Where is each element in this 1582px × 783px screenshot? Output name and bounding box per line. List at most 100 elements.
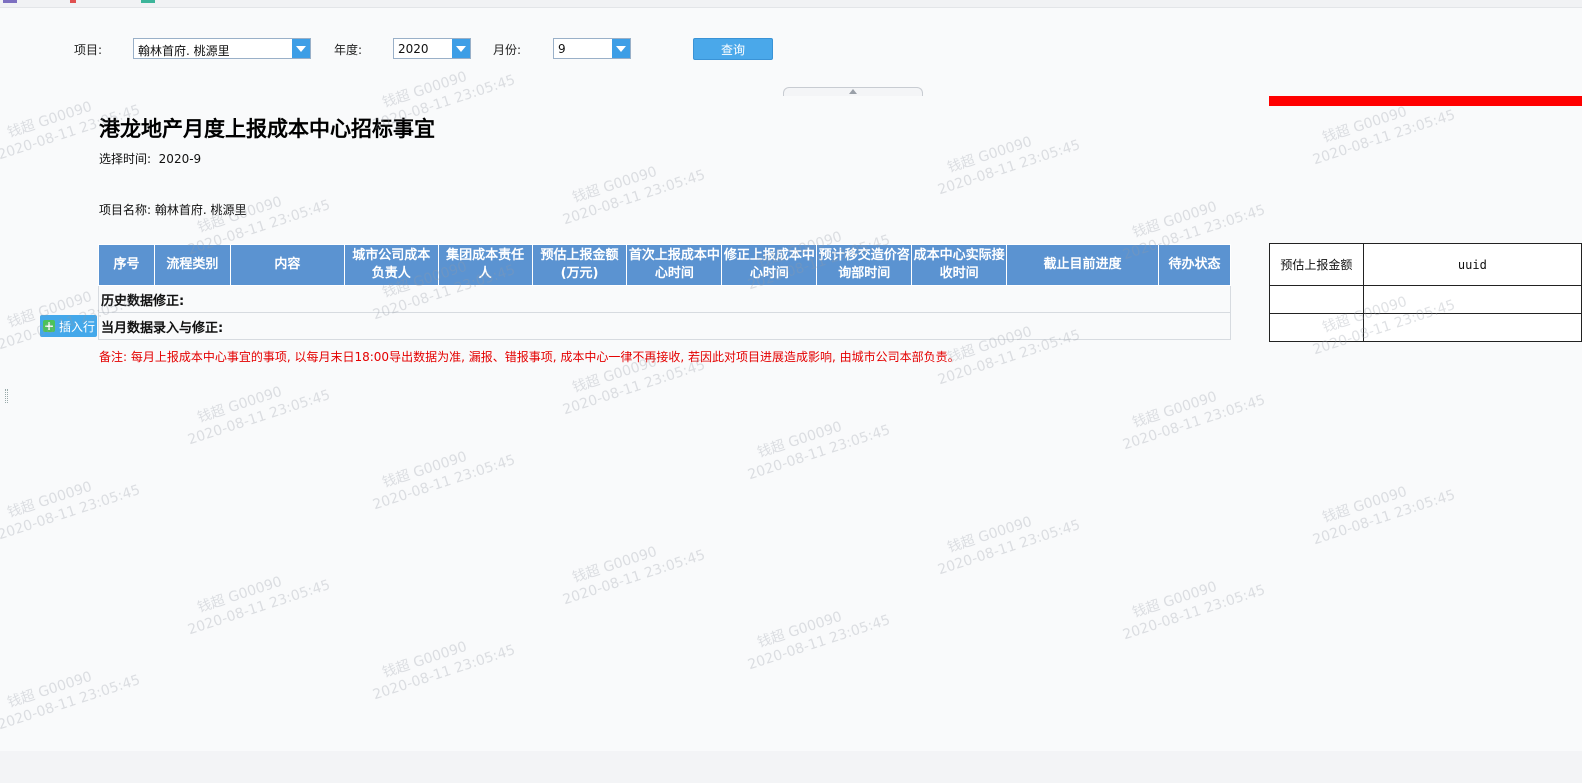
table-row (1269, 313, 1582, 342)
watermark-time: 2020-08-11 23:05:45 (560, 357, 708, 419)
month-select[interactable]: 9 (553, 38, 631, 59)
watermark-time: 2020-08-11 23:05:45 (745, 422, 893, 484)
watermark-time: 2020-08-11 23:05:45 (1310, 487, 1458, 549)
watermark-time: 2020-08-11 23:05:45 (935, 137, 1083, 199)
watermark-time: 2020-08-11 23:05:45 (370, 452, 518, 514)
filter-bar: 项目: 翰林首府. 桃源里 年度: 2020 月份: 9 查询 (0, 37, 1582, 61)
watermark-tile: 钱超 G00090 2020-08-11 23:05:45 (180, 559, 333, 639)
watermark-name: 钱超 G00090 (195, 383, 285, 427)
project-label: 项目: (74, 43, 103, 57)
toolbar-icon[interactable] (141, 0, 155, 3)
column-header: 待办状态 (1157, 244, 1232, 286)
chevron-down-icon[interactable] (612, 39, 630, 58)
watermark-name: 钱超 G00090 (5, 668, 95, 712)
year-label: 年度: (334, 43, 363, 57)
column-header: 预计移交造价咨询部时间 (816, 244, 913, 286)
table-row: 历史数据修正: (98, 285, 1231, 313)
query-button[interactable]: 查询 (693, 38, 773, 60)
watermark-time: 2020-08-11 23:05:45 (0, 482, 143, 544)
watermark-tile: 钱超 G00090 2020-08-11 23:05:45 (740, 594, 893, 674)
watermark-time: 2020-08-11 23:05:45 (745, 612, 893, 674)
watermark-time: 2020-08-11 23:05:45 (185, 387, 333, 449)
watermark-name: 钱超 G00090 (755, 608, 845, 652)
plus-icon: + (43, 319, 55, 333)
watermark-tile: 钱超 G00090 2020-08-11 23:05:45 (0, 464, 143, 544)
watermark-tile: 钱超 G00090 2020-08-11 23:05:45 (1305, 469, 1458, 549)
section-history-fix: 历史数据修正: (98, 285, 1231, 313)
watermark-name: 钱超 G00090 (5, 478, 95, 522)
table-row (1269, 285, 1582, 314)
column-header: 成本中心实际接收时间 (911, 244, 1008, 286)
watermark-name: 钱超 G00090 (195, 573, 285, 617)
alert-bar (1269, 96, 1582, 106)
column-header: 修正上报成本中心时间 (721, 244, 818, 286)
side-cell[interactable] (1269, 285, 1364, 314)
watermark-time: 2020-08-11 23:05:45 (1310, 107, 1458, 169)
watermark-time: 2020-08-11 23:05:45 (1120, 392, 1268, 454)
collapse-panel-toggle[interactable] (783, 87, 923, 96)
watermark-name: 钱超 G00090 (380, 638, 470, 682)
toolbar-icon[interactable] (70, 0, 76, 3)
side-cell[interactable] (1362, 313, 1582, 342)
column-header: 首次上报成本中心时间 (626, 244, 723, 286)
column-header: 截止目前进度 (1006, 244, 1159, 286)
watermark-time: 2020-08-11 23:05:45 (185, 577, 333, 639)
watermark-name: 钱超 G00090 (945, 513, 1035, 557)
watermark-tile: 钱超 G00090 2020-08-11 23:05:45 (365, 434, 518, 514)
side-header-uuid: uuid (1362, 243, 1582, 286)
remark-note: 备注: 每月上报成本中心事宜的事项, 以每月末日18:00导出数据为准, 漏报、… (99, 350, 960, 364)
watermark-name: 钱超 G00090 (570, 163, 660, 207)
watermark-name: 钱超 G00090 (1130, 198, 1220, 242)
chevron-down-icon[interactable] (452, 39, 470, 58)
watermark-name: 钱超 G00090 (1130, 388, 1220, 432)
side-table: 预估上报金额 uuid (1269, 243, 1582, 342)
watermark-tile: 钱超 G00090 2020-08-11 23:05:45 (0, 654, 143, 734)
watermark-name: 钱超 G00090 (380, 448, 470, 492)
top-toolbar-strip (0, 0, 1582, 8)
month-select-value: 9 (558, 42, 566, 56)
page-title: 港龙地产月度上报成本中心招标事宜 (99, 117, 435, 141)
watermark-name: 钱超 G00090 (1320, 483, 1410, 527)
year-select-value: 2020 (398, 42, 429, 56)
column-header: 城市公司成本负责人 (343, 244, 439, 286)
insert-row-button[interactable]: + 插入行 (40, 315, 97, 337)
side-cell[interactable] (1362, 285, 1582, 314)
watermark-time: 2020-08-11 23:05:45 (935, 517, 1083, 579)
watermark-time: 2020-08-11 23:05:45 (560, 167, 708, 229)
bottom-strip (0, 751, 1582, 783)
watermark-tile: 钱超 G00090 2020-08-11 23:05:45 (555, 149, 708, 229)
side-header-amount: 预估上报金额 (1269, 243, 1364, 286)
watermark-name: 钱超 G00090 (570, 543, 660, 587)
watermark-time: 2020-08-11 23:05:45 (560, 547, 708, 609)
column-header: 序号 (98, 244, 155, 286)
table-row: 当月数据录入与修正: (98, 312, 1231, 340)
watermark-name: 钱超 G00090 (755, 418, 845, 462)
side-cell[interactable] (1269, 313, 1364, 342)
section-current-month: 当月数据录入与修正: (98, 312, 1231, 340)
watermark-time: 2020-08-11 23:05:45 (0, 672, 143, 734)
watermark-tile: 钱超 G00090 2020-08-11 23:05:45 (1115, 564, 1268, 644)
chevron-down-icon[interactable] (292, 39, 310, 58)
watermark-name: 钱超 G00090 (945, 133, 1035, 177)
watermark-time: 2020-08-11 23:05:45 (370, 642, 518, 704)
watermark-tile: 钱超 G00090 2020-08-11 23:05:45 (365, 624, 518, 704)
column-header: 流程类别 (153, 244, 231, 286)
column-header: 内容 (229, 244, 345, 286)
project-select[interactable]: 翰林首府. 桃源里 (133, 38, 311, 59)
table-header-row: 序号 流程类别 内容 城市公司成本负责人 集团成本责任人 预估上报金额(万元) … (98, 244, 1232, 286)
watermark-tile: 钱超 G00090 2020-08-11 23:05:45 (1115, 374, 1268, 454)
month-label: 月份: (493, 43, 522, 57)
toolbar-icon[interactable] (3, 0, 17, 3)
select-time-text: 选择时间: 2020-9 (99, 152, 202, 166)
project-select-value: 翰林首府. 桃源里 (138, 44, 230, 58)
watermark-name: 钱超 G00090 (380, 68, 470, 112)
year-select[interactable]: 2020 (393, 38, 471, 59)
report-table: 序号 流程类别 内容 城市公司成本负责人 集团成本责任人 预估上报金额(万元) … (98, 244, 1232, 340)
table-header-row: 预估上报金额 uuid (1269, 243, 1582, 286)
column-header: 集团成本责任人 (437, 244, 533, 286)
resize-grip-icon[interactable] (5, 389, 8, 403)
insert-row-label: 插入行 (59, 319, 96, 334)
watermark-tile: 钱超 G00090 2020-08-11 23:05:45 (740, 404, 893, 484)
watermark-tile: 钱超 G00090 2020-08-11 23:05:45 (555, 529, 708, 609)
project-name-text: 项目名称: 翰林首府. 桃源里 (99, 203, 247, 217)
